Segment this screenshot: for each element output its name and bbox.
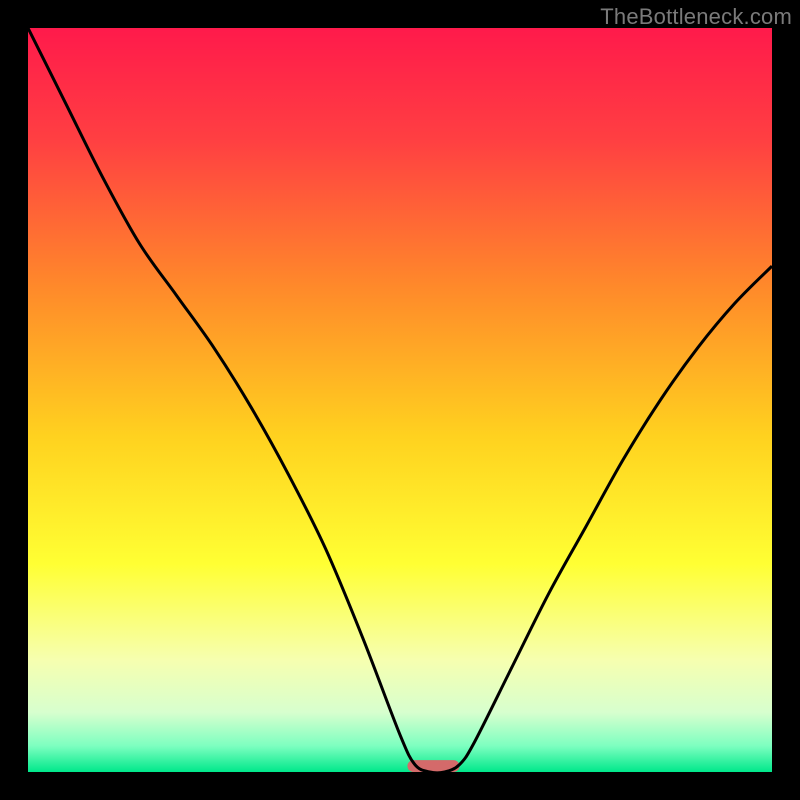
chart-frame [28, 28, 772, 772]
watermark-text: TheBottleneck.com [600, 4, 792, 30]
bottleneck-chart [28, 28, 772, 772]
